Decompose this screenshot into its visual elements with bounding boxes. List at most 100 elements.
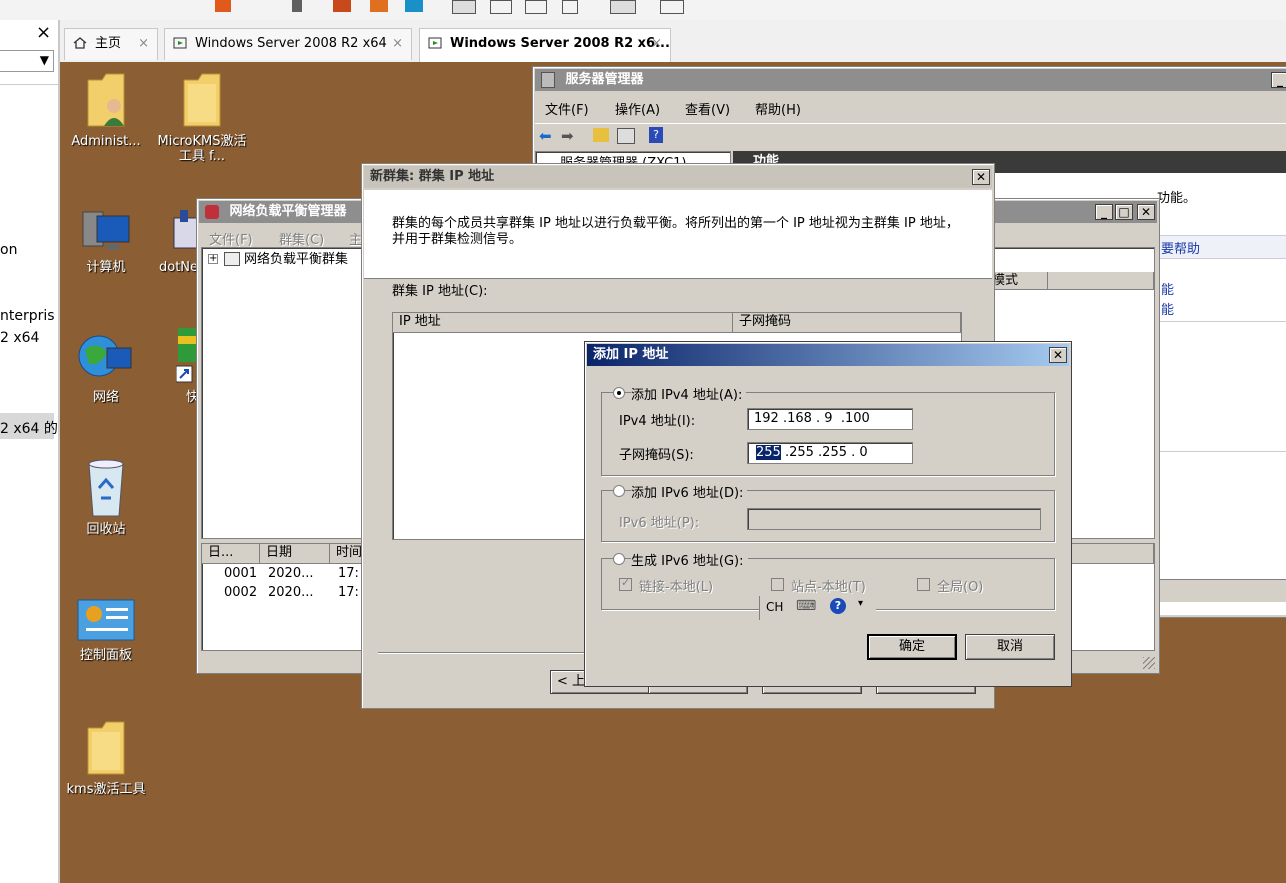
log-column-header[interactable]: 日... (202, 544, 260, 564)
library-search-box[interactable]: ▼ (0, 50, 54, 72)
feature-link[interactable]: 能 (1161, 279, 1174, 298)
subnet-mask-field[interactable]: 255 .255 .255 . 0 (747, 442, 913, 464)
toolbar-icon-arrow-down[interactable] (292, 0, 302, 12)
guest-desktop: Administ... MicroKMS激活工具 f... 计算机 dotNe … (60, 62, 1286, 883)
close-button[interactable]: ✕ (1137, 204, 1155, 220)
tree-root-nlb-clusters[interactable]: 网络负载平衡群集 (244, 248, 348, 267)
new-cluster-titlebar[interactable]: 新群集: 群集 IP 地址 (364, 166, 992, 188)
desktop-icon-administrator[interactable]: Administ... (60, 70, 152, 149)
menu-view[interactable]: 查看(V) (685, 99, 730, 118)
toolbar-icon-manage[interactable] (405, 0, 423, 12)
ok-button[interactable]: 确定 (867, 634, 957, 660)
vm-icon (428, 37, 442, 49)
library-panel: × ▼ on nterpris 2 x64 2 x64 的 (0, 20, 60, 883)
library-close-icon[interactable]: × (36, 22, 51, 43)
tab-vm-1[interactable]: Windows Server 2008 R2 x64 × (164, 28, 412, 60)
dialog-title: 新群集: 群集 IP 地址 (370, 169, 495, 184)
desktop-icon-recycle-bin[interactable]: 回收站 (60, 458, 152, 537)
ipv4-address-label: IPv4 地址(I): (619, 414, 696, 429)
menu-file[interactable]: 文件(F) (209, 229, 253, 248)
generate-ipv6-radio[interactable] (613, 553, 625, 565)
close-button[interactable]: ✕ (1049, 347, 1067, 363)
column-header-ip[interactable]: IP 地址 (393, 313, 733, 333)
menu-file[interactable]: 文件(F) (545, 99, 589, 118)
subnet-mask-octets[interactable]: .255 .255 . 0 (781, 445, 868, 460)
keyboard-icon[interactable]: ⌨ (796, 598, 816, 614)
ipv4-radio[interactable] (613, 387, 625, 399)
tab-home[interactable]: 主页 × (64, 28, 158, 60)
menu-help[interactable]: 帮助(H) (755, 99, 801, 118)
add-ip-titlebar[interactable]: 添加 IP 地址 (587, 344, 1069, 366)
tab-vm-2[interactable]: Windows Server 2008 R2 x6... × (419, 28, 671, 62)
log-time: 17: (338, 585, 359, 600)
resize-grip-icon[interactable] (1143, 657, 1155, 669)
desktop-icon-kms-tool[interactable]: kms激活工具 (60, 718, 152, 797)
close-button[interactable]: ✕ (972, 169, 990, 185)
server-manager-titlebar[interactable]: 服务器管理器 (535, 69, 1286, 91)
minimize-button[interactable]: _ (1095, 204, 1113, 220)
close-icon[interactable]: × (651, 29, 662, 59)
desktop-icon-microkms[interactable]: MicroKMS激活工具 f... (156, 70, 248, 164)
ipv6-address-field[interactable] (747, 508, 1041, 530)
close-icon[interactable]: × (392, 29, 403, 59)
column-header-mode[interactable]: 模式 (986, 272, 1048, 290)
menu-cluster[interactable]: 群集(C) (279, 229, 324, 248)
column-header-mask[interactable]: 子网掩码 (733, 313, 961, 333)
ime-options-icon[interactable]: ▾ (858, 598, 863, 609)
toolbar-icon-fullscreen[interactable] (610, 0, 636, 14)
global-checkbox[interactable] (917, 578, 930, 591)
toolbar-icon-view1[interactable] (452, 0, 476, 14)
close-icon[interactable]: × (138, 29, 149, 59)
toolbar-icon-view4[interactable] (562, 0, 578, 14)
cancel-button[interactable]: 取消 (965, 634, 1055, 660)
show-hide-tree-icon[interactable] (617, 128, 635, 144)
desktop-icon-control-panel[interactable]: 控制面板 (60, 598, 152, 663)
site-local-checkbox[interactable] (771, 578, 784, 591)
ipv4-option-label[interactable]: 添加 IPv4 地址(A): (631, 384, 747, 403)
ipv6-radio[interactable] (613, 485, 625, 497)
toolbar-icon-back[interactable] (333, 0, 351, 12)
generate-ipv6-option-label[interactable]: 生成 IPv6 地址(G): (631, 550, 748, 569)
library-text-fragment: 2 x64 的 (0, 421, 58, 437)
log-column-header[interactable]: 日期 (260, 544, 330, 564)
column-header[interactable] (1048, 272, 1154, 290)
user-folder-icon (87, 73, 125, 127)
divider (1157, 321, 1286, 322)
column-label: IP 地址 (399, 314, 441, 329)
back-arrow-icon[interactable]: ⬅ (539, 127, 552, 145)
up-folder-icon[interactable] (593, 128, 609, 142)
server-manager-toolbar: ⬅ ➡ ? (535, 123, 1286, 148)
toolbar-icon-suspend[interactable] (215, 0, 231, 12)
ime-language-indicator[interactable]: CH (766, 600, 783, 614)
log-time: 17: (338, 566, 359, 581)
toolbar-icon-unity[interactable] (660, 0, 684, 14)
subnet-mask-octet-selected[interactable]: 255 (756, 445, 781, 460)
ipv4-address-field[interactable]: 192 .168 . 9 .100 (747, 408, 913, 430)
desktop-icon-network[interactable]: 网络 (60, 326, 152, 405)
toolbar-icon-view2[interactable] (490, 0, 512, 14)
help-link[interactable]: 要帮助 (1161, 238, 1200, 257)
folder-icon (183, 73, 221, 127)
chevron-down-icon[interactable]: ▼ (40, 53, 49, 67)
help-icon[interactable]: ? (830, 598, 846, 614)
minimize-button[interactable]: _ (1271, 72, 1286, 88)
log-date: 2020... (268, 585, 314, 600)
folder-icon (87, 721, 125, 775)
expand-icon[interactable]: + (208, 254, 218, 264)
toolbar-icon-view3[interactable] (525, 0, 547, 14)
tab-label: Windows Server 2008 R2 x64 (195, 36, 387, 51)
control-panel-icon (77, 599, 135, 641)
log-date: 2020... (268, 566, 314, 581)
maximize-button[interactable]: □ (1115, 204, 1133, 220)
ipv6-option-label[interactable]: 添加 IPv6 地址(D): (631, 482, 748, 501)
add-ip-dialog: 添加 IP 地址 ✕ 添加 IPv4 地址(A): IPv4 地址(I): 19… (584, 341, 1072, 687)
feature-link[interactable]: 能 (1161, 299, 1174, 318)
desktop-icon-computer[interactable]: 计算机 (60, 208, 152, 275)
forward-arrow-icon[interactable]: ➡ (561, 127, 574, 145)
link-local-checkbox[interactable]: ✓ (619, 576, 632, 591)
button-label: 取消 (996, 639, 1023, 654)
tab-label: Windows Server 2008 R2 x6... (450, 36, 670, 51)
help-icon[interactable]: ? (649, 127, 663, 143)
toolbar-icon-snapshot[interactable] (370, 0, 388, 12)
menu-action[interactable]: 操作(A) (615, 99, 660, 118)
